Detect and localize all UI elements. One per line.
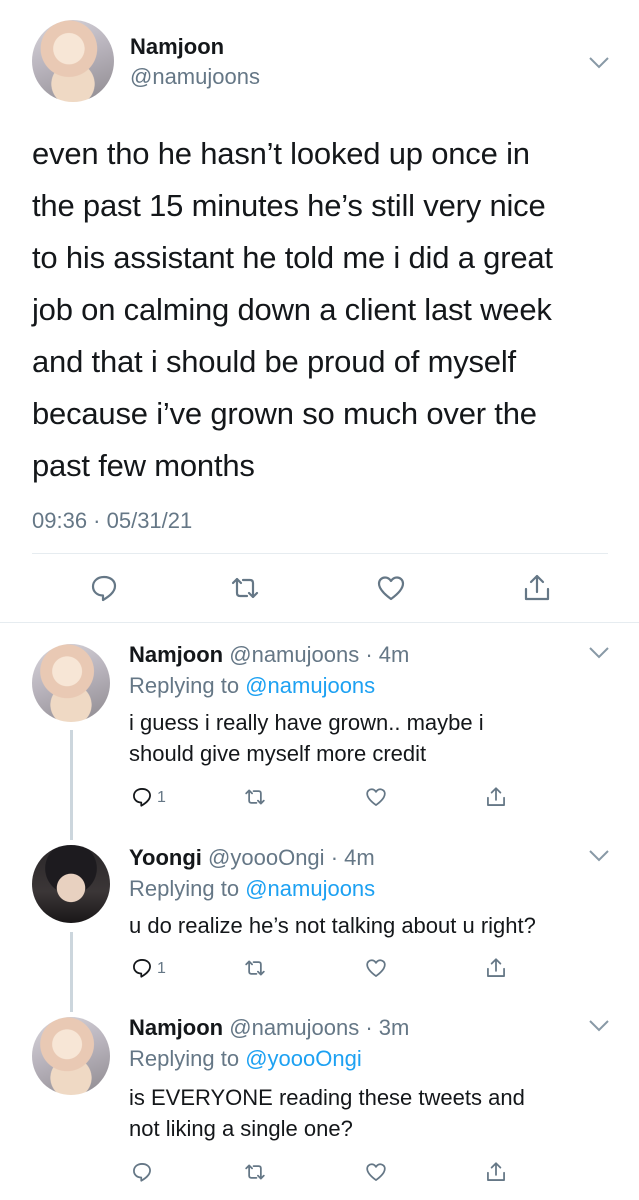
like-icon[interactable]: [365, 1161, 387, 1183]
replying-to-link[interactable]: @yoooOngi: [245, 1046, 362, 1071]
chevron-down-icon[interactable]: [588, 646, 610, 660]
display-name[interactable]: Namjoon: [129, 642, 223, 667]
replying-to-link[interactable]: @namujoons: [245, 673, 375, 698]
replying-prefix: Replying to: [129, 1046, 240, 1071]
reply-tweet[interactable]: Namjoon @namujoons · 4m Replying to @nam…: [0, 622, 639, 822]
reply-icon[interactable]: [131, 786, 153, 808]
retweet-icon[interactable]: [244, 786, 266, 808]
handle[interactable]: @yoooOngi: [208, 845, 325, 870]
tweet-text-line: job on calming down a client last week: [32, 292, 552, 327]
reply-text-line: u do realize he’s not talking about u ri…: [129, 913, 536, 938]
handle[interactable]: @namujoons: [130, 64, 260, 90]
avatar[interactable]: [32, 644, 110, 722]
replying-to: Replying to @namujoons: [129, 876, 375, 902]
retweet-icon[interactable]: [230, 573, 260, 603]
reply-text-line: not liking a single one?: [129, 1116, 353, 1141]
tweet-text-line: because i’ve grown so much over the: [32, 396, 537, 431]
share-icon[interactable]: [485, 786, 507, 808]
tweet-text-line: to his assistant he told me i did a grea…: [32, 240, 553, 275]
tweet-text-line: past few months: [32, 448, 255, 483]
reply-icon[interactable]: [131, 957, 153, 979]
reply-text-line: should give myself more credit: [129, 741, 427, 766]
time: · 4m: [330, 845, 375, 870]
avatar[interactable]: [32, 1017, 110, 1095]
reply-text: u do realize he’s not talking about u ri…: [129, 910, 619, 941]
share-icon[interactable]: [522, 573, 552, 603]
time: · 3m: [365, 1015, 410, 1040]
reply-text-line: is EVERYONE reading these tweets and: [129, 1085, 525, 1110]
main-tweet: Namjoon @namujoons even tho he hasn’t lo…: [0, 0, 639, 622]
reply-count: 1: [157, 960, 166, 977]
name-line: Namjoon @namujoons · 4m: [129, 642, 409, 668]
chevron-down-icon[interactable]: [588, 849, 610, 863]
replying-to: Replying to @namujoons: [129, 673, 375, 699]
share-icon[interactable]: [485, 957, 507, 979]
tweet-text: even tho he hasn’t looked up once in the…: [32, 128, 622, 492]
reply-icon[interactable]: [89, 573, 119, 603]
display-name[interactable]: Namjoon: [129, 1015, 223, 1040]
handle[interactable]: @namujoons: [229, 1015, 359, 1040]
replying-to: Replying to @yoooOngi: [129, 1046, 362, 1072]
display-name[interactable]: Namjoon: [130, 34, 224, 60]
reply-icon[interactable]: [131, 1161, 153, 1183]
tweet-text-line: the past 15 minutes he’s still very nice: [32, 188, 546, 223]
reply-text: i guess i really have grown.. maybe i sh…: [129, 707, 619, 769]
replying-prefix: Replying to: [129, 876, 240, 901]
replying-to-link[interactable]: @namujoons: [245, 876, 375, 901]
tweet-text-line: even tho he hasn’t looked up once in: [32, 136, 530, 171]
reply-text: is EVERYONE reading these tweets and not…: [129, 1082, 619, 1144]
avatar[interactable]: [32, 845, 110, 923]
replying-prefix: Replying to: [129, 673, 240, 698]
tweet-text-line: and that i should be proud of myself: [32, 344, 516, 379]
timestamp[interactable]: 09:36 · 05/31/21: [32, 508, 192, 534]
chevron-down-icon[interactable]: [588, 56, 610, 70]
retweet-icon[interactable]: [244, 1161, 266, 1183]
reply-tweet[interactable]: Yoongi @yoooOngi · 4m Replying to @namuj…: [0, 825, 639, 995]
reply-tweet[interactable]: Namjoon @namujoons · 3m Replying to @yoo…: [0, 995, 639, 1200]
name-line: Namjoon @namujoons · 3m: [129, 1015, 409, 1041]
reply-text-line: i guess i really have grown.. maybe i: [129, 710, 484, 735]
name-line: Yoongi @yoooOngi · 4m: [129, 845, 375, 871]
display-name[interactable]: Yoongi: [129, 845, 202, 870]
chevron-down-icon[interactable]: [588, 1019, 610, 1033]
divider: [32, 553, 608, 554]
time: · 4m: [365, 642, 410, 667]
like-icon[interactable]: [365, 786, 387, 808]
reply-count: 1: [157, 789, 166, 806]
share-icon[interactable]: [485, 1161, 507, 1183]
handle[interactable]: @namujoons: [229, 642, 359, 667]
like-icon[interactable]: [376, 573, 406, 603]
avatar[interactable]: [32, 20, 114, 102]
retweet-icon[interactable]: [244, 957, 266, 979]
like-icon[interactable]: [365, 957, 387, 979]
